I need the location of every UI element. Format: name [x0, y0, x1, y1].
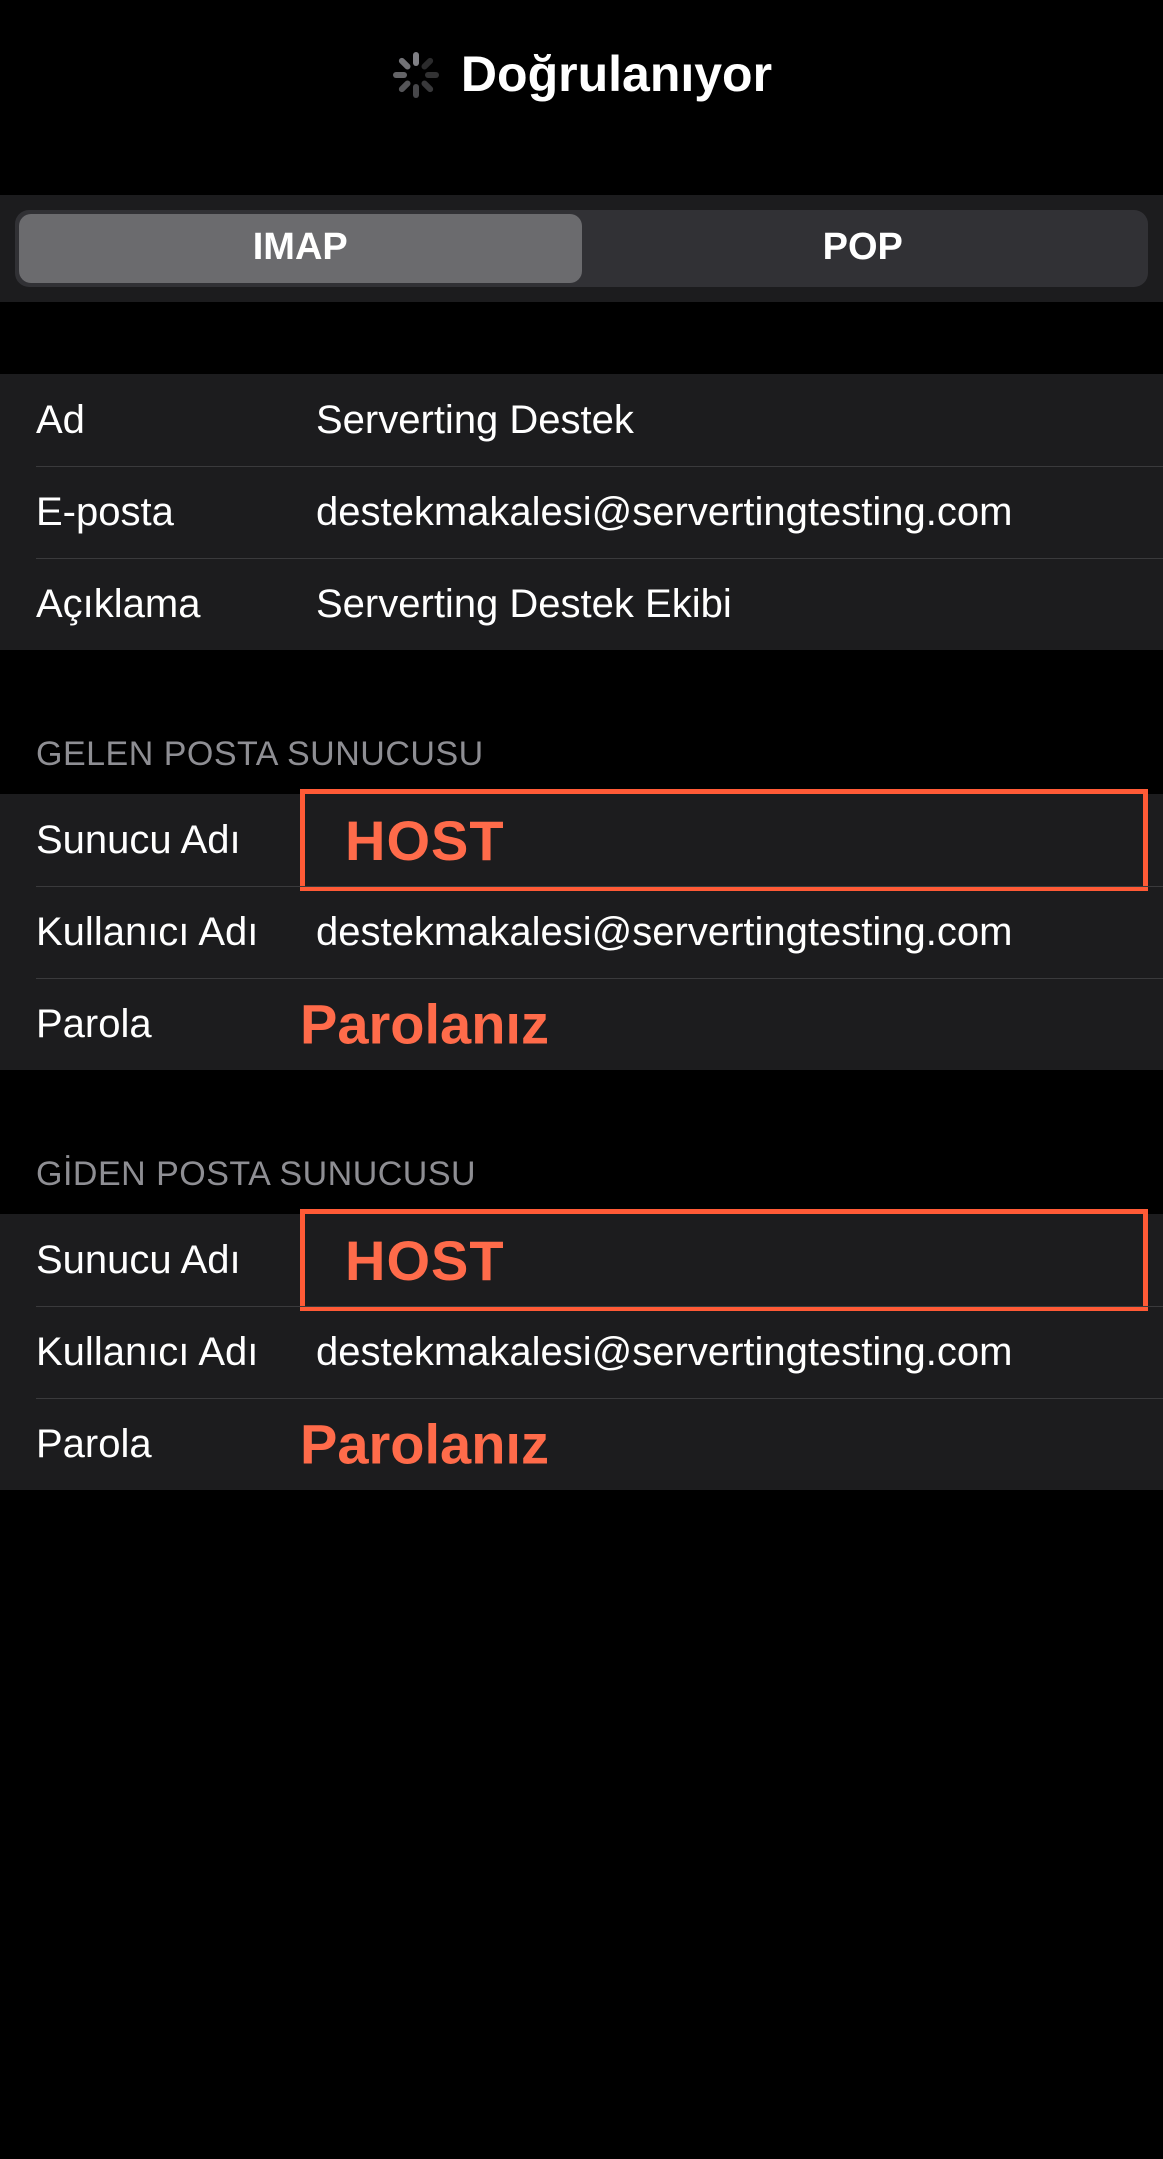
outgoing-pass-label: Parola [36, 1422, 316, 1467]
incoming-host-label: Sunucu Adı [36, 818, 316, 863]
outgoing-server-header: GİDEN POSTA SUNUCUSU [0, 1070, 1163, 1214]
outgoing-user-row[interactable]: Kullanıcı Adı destekmakalesi@servertingt… [0, 1306, 1163, 1398]
incoming-pass-annotation: Parolanız [300, 992, 549, 1057]
name-label: Ad [36, 398, 316, 443]
protocol-segmented-control-container: IMAP POP [0, 195, 1163, 302]
segment-imap[interactable]: IMAP [19, 214, 582, 283]
incoming-user-row[interactable]: Kullanıcı Adı destekmakalesi@servertingt… [0, 886, 1163, 978]
spinner-icon [391, 50, 441, 100]
incoming-server-header: GELEN POSTA SUNUCUSU [0, 650, 1163, 794]
outgoing-user-label: Kullanıcı Adı [36, 1330, 316, 1375]
incoming-pass-label: Parola [36, 1002, 316, 1047]
incoming-host-row[interactable]: Sunucu Adı HOST [0, 794, 1163, 886]
description-field[interactable]: Serverting Destek Ekibi [316, 582, 1163, 627]
email-row[interactable]: E-posta destekmakalesi@servertingtesting… [0, 466, 1163, 558]
incoming-host-annotation: HOST [345, 808, 505, 873]
outgoing-pass-row[interactable]: Parola Parolanız [0, 1398, 1163, 1490]
email-field[interactable]: destekmakalesi@servertingtesting.com [316, 490, 1163, 535]
outgoing-server-group: Sunucu Adı HOST Kullanıcı Adı destekmaka… [0, 1214, 1163, 1490]
description-row[interactable]: Açıklama Serverting Destek Ekibi [0, 558, 1163, 650]
incoming-user-field[interactable]: destekmakalesi@servertingtesting.com [316, 910, 1163, 955]
spacer [0, 302, 1163, 374]
header: Doğrulanıyor [0, 5, 1163, 195]
name-field[interactable]: Serverting Destek [316, 398, 1163, 443]
name-row[interactable]: Ad Serverting Destek [0, 374, 1163, 466]
incoming-user-label: Kullanıcı Adı [36, 910, 316, 955]
outgoing-pass-annotation: Parolanız [300, 1412, 549, 1477]
segment-pop[interactable]: POP [582, 214, 1145, 283]
description-label: Açıklama [36, 582, 316, 627]
email-label: E-posta [36, 490, 316, 535]
bottom-spacer [0, 1490, 1163, 1710]
page-title: Doğrulanıyor [461, 45, 772, 103]
outgoing-host-annotation-box: HOST [300, 1209, 1148, 1311]
incoming-host-annotation-box: HOST [300, 789, 1148, 891]
outgoing-host-annotation: HOST [345, 1228, 505, 1293]
outgoing-host-row[interactable]: Sunucu Adı HOST [0, 1214, 1163, 1306]
account-info-group: Ad Serverting Destek E-posta destekmakal… [0, 374, 1163, 650]
outgoing-host-label: Sunucu Adı [36, 1238, 316, 1283]
protocol-segmented-control: IMAP POP [15, 210, 1148, 287]
mail-account-setup-screen: Doğrulanıyor IMAP POP Ad Serverting Dest… [0, 0, 1163, 1710]
outgoing-user-field[interactable]: destekmakalesi@servertingtesting.com [316, 1330, 1163, 1375]
incoming-pass-row[interactable]: Parola Parolanız [0, 978, 1163, 1070]
incoming-server-group: Sunucu Adı HOST Kullanıcı Adı destekmaka… [0, 794, 1163, 1070]
